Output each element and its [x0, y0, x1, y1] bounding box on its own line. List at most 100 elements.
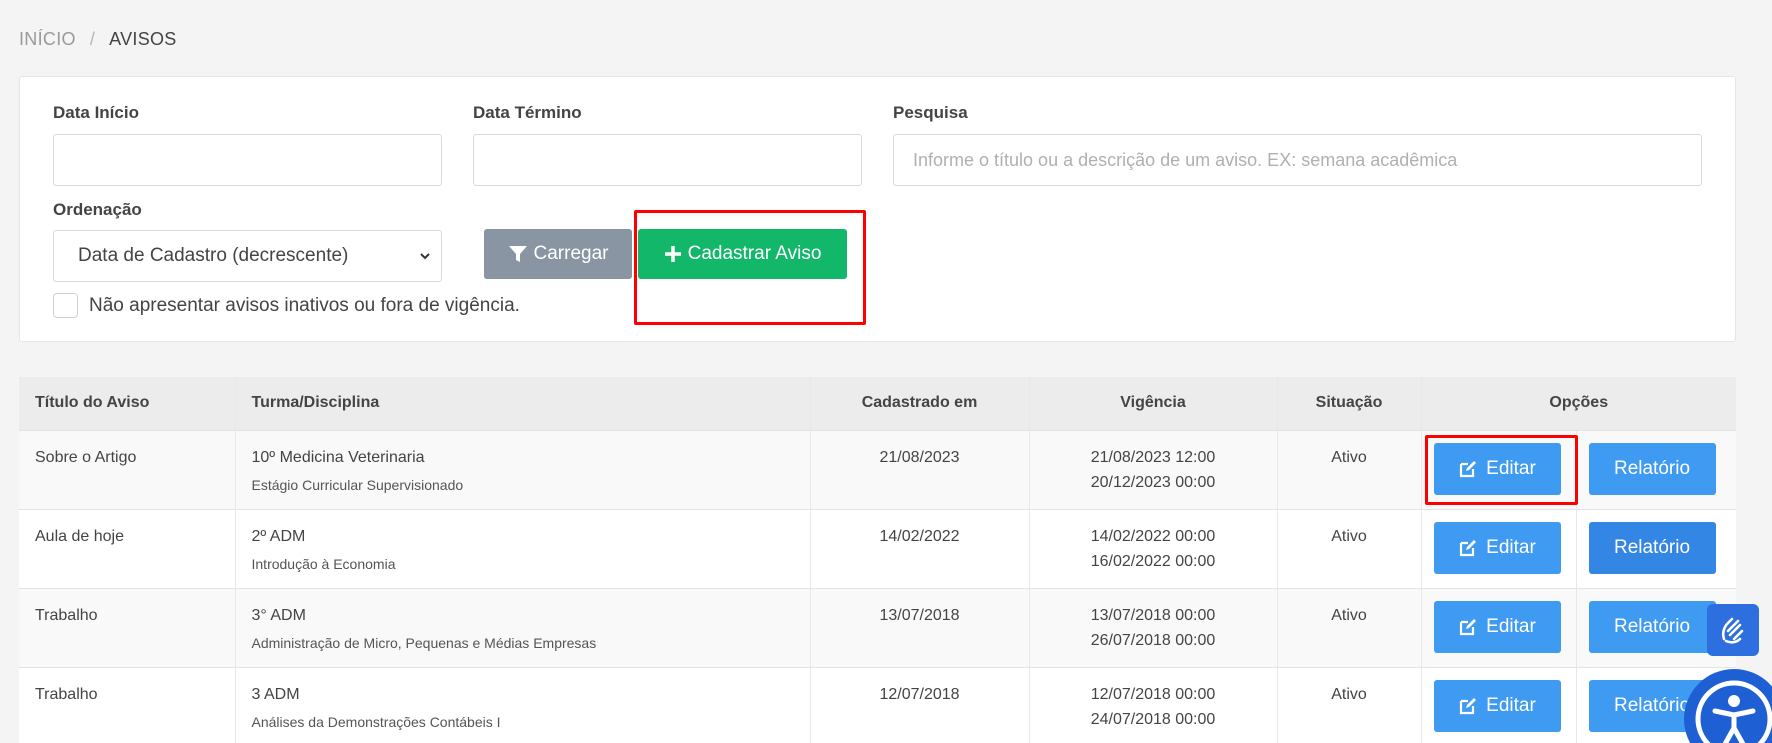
inactive-filter-label: Não apresentar avisos inativos ou fora d… — [89, 294, 520, 316]
order-select[interactable]: Data de Cadastro (decrescente) — [53, 230, 442, 282]
notices-table-container: Título do Aviso Turma/Disciplina Cadastr… — [19, 377, 1736, 743]
validity-end: 16/02/2022 00:00 — [1090, 552, 1216, 570]
plus-icon — [664, 246, 681, 262]
start-date-input[interactable] — [53, 134, 442, 186]
edit-button-label: Editar — [1486, 694, 1536, 716]
notice-report-cell: Relatório — [1575, 508, 1736, 588]
edit-icon — [1460, 697, 1477, 714]
notice-edit-cell: Editar — [1420, 587, 1576, 667]
notice-status: Ativo — [1276, 666, 1421, 743]
breadcrumb-home-link[interactable]: INÍCIO — [19, 29, 76, 50]
notices-table: Título do Aviso Turma/Disciplina Cadastr… — [19, 377, 1736, 743]
sign-language-button[interactable] — [1707, 604, 1759, 656]
column-header-validity: Vigência — [1028, 377, 1277, 430]
chevron-down-icon — [420, 253, 430, 260]
column-header-status: Situação — [1276, 377, 1421, 430]
end-date-input[interactable] — [473, 134, 862, 186]
end-date-label: Data Término — [473, 103, 582, 122]
search-label: Pesquisa — [893, 103, 968, 122]
report-button[interactable]: Relatório — [1588, 600, 1716, 653]
column-header-options: Opções — [1420, 377, 1736, 430]
notice-title: Sobre o Artigo — [19, 429, 235, 509]
report-button-label: Relatório — [1613, 694, 1691, 716]
class-name: 10º Medicina Veterinaria — [251, 448, 425, 466]
notice-title: Aula de hoje — [19, 508, 235, 588]
notice-created: 21/08/2023 — [809, 429, 1029, 509]
column-header-created: Cadastrado em — [809, 377, 1029, 430]
table-row: Aula de hoje 2º ADM Introdução à Economia 1… — [19, 508, 1736, 588]
filter-icon — [508, 246, 527, 262]
notice-created: 14/02/2022 — [809, 508, 1029, 588]
edit-button[interactable]: Editar — [1433, 521, 1561, 574]
notice-status: Ativo — [1276, 429, 1421, 509]
inactive-filter-row[interactable]: Não apresentar avisos inativos ou fora d… — [53, 293, 520, 318]
class-name: 3° ADM — [251, 606, 306, 624]
sign-language-icon — [1721, 617, 1744, 644]
notice-class: 10º Medicina Veterinaria Estágio Curricul… — [234, 429, 810, 509]
validity-start: 14/02/2022 00:00 — [1090, 527, 1216, 545]
subject-name: Análises da Demonstrações Contábeis I — [251, 713, 501, 730]
class-name: 2º ADM — [251, 527, 306, 545]
class-name: 3 ADM — [251, 685, 300, 703]
notice-validity: 21/08/2023 12:00 20/12/2023 00:00 — [1028, 429, 1277, 509]
inactive-filter-checkbox[interactable] — [53, 293, 78, 318]
breadcrumb: INÍCIO / AVISOS — [19, 29, 177, 50]
notice-title: Trabalho — [19, 587, 235, 667]
load-button-label: Carregar — [533, 243, 609, 264]
edit-button[interactable]: Editar — [1433, 600, 1561, 653]
edit-icon — [1460, 618, 1477, 635]
edit-button[interactable]: Editar — [1433, 442, 1561, 495]
notice-status: Ativo — [1276, 508, 1421, 588]
notice-status: Ativo — [1276, 587, 1421, 667]
filter-panel: Data Início Data Término Pesquisa Ordena… — [19, 76, 1736, 342]
edit-button[interactable]: Editar — [1433, 679, 1561, 732]
accessibility-icon — [1695, 680, 1772, 743]
report-button[interactable]: Relatório — [1588, 442, 1716, 495]
notice-class: 2º ADM Introdução à Economia — [234, 508, 810, 588]
column-header-title: Título do Aviso — [35, 394, 150, 412]
validity-start: 13/07/2018 00:00 — [1090, 606, 1216, 624]
new-notice-button-label: Cadastrar Aviso — [687, 243, 822, 264]
new-notice-button[interactable]: Cadastrar Aviso — [638, 229, 847, 279]
subject-name: Administração de Micro, Pequenas e Média… — [251, 634, 597, 651]
edit-button-label: Editar — [1486, 615, 1536, 637]
notice-created: 12/07/2018 — [809, 666, 1029, 743]
column-header-class: Turma/Disciplina — [234, 377, 810, 430]
report-button-label: Relatório — [1613, 457, 1691, 479]
notice-edit-cell: Editar — [1420, 429, 1576, 509]
report-button[interactable]: Relatório — [1588, 521, 1716, 574]
notice-validity: 12/07/2018 00:00 24/07/2018 00:00 — [1028, 666, 1277, 743]
table-row: Trabalho 3 ADM Análises da Demonstrações C… — [19, 666, 1736, 743]
edit-icon — [1460, 539, 1477, 556]
validity-start: 21/08/2023 12:00 — [1090, 448, 1216, 466]
validity-start: 12/07/2018 00:00 — [1090, 685, 1216, 703]
notice-edit-cell: Editar — [1420, 508, 1576, 588]
report-button-label: Relatório — [1613, 536, 1691, 558]
notice-validity: 14/02/2022 00:00 16/02/2022 00:00 — [1028, 508, 1277, 588]
accessibility-button[interactable] — [1684, 669, 1772, 743]
load-button[interactable]: Carregar — [484, 229, 632, 279]
subject-name: Introdução à Economia — [251, 555, 396, 572]
edit-icon — [1460, 460, 1477, 477]
validity-end: 20/12/2023 00:00 — [1090, 473, 1216, 491]
edit-button-label: Editar — [1486, 457, 1536, 479]
table-header-row: Título do Aviso Turma/Disciplina Cadastr… — [19, 377, 1736, 430]
start-date-label: Data Início — [53, 103, 139, 122]
report-button-label: Relatório — [1613, 615, 1691, 637]
notice-created: 13/07/2018 — [809, 587, 1029, 667]
order-select-value: Data de Cadastro (decrescente) — [78, 245, 349, 266]
notice-class: 3 ADM Análises da Demonstrações Contábeis… — [234, 666, 810, 743]
edit-button-label: Editar — [1486, 536, 1536, 558]
search-input[interactable] — [893, 134, 1702, 186]
notice-class: 3° ADM Administração de Micro, Pequenas e… — [234, 587, 810, 667]
validity-end: 26/07/2018 00:00 — [1090, 631, 1216, 649]
breadcrumb-separator: / — [89, 29, 96, 49]
notice-report-cell: Relatório — [1575, 429, 1736, 509]
table-row: Trabalho 3° ADM Administração de Micro, Pe… — [19, 587, 1736, 667]
order-label: Ordenação — [53, 200, 142, 219]
notice-edit-cell: Editar — [1420, 666, 1576, 743]
notice-validity: 13/07/2018 00:00 26/07/2018 00:00 — [1028, 587, 1277, 667]
subject-name: Estágio Curricular Supervisionado — [251, 476, 464, 493]
notice-title: Trabalho — [19, 666, 235, 743]
table-row: Sobre o Artigo 10º Medicina Veterinaria Es… — [19, 429, 1736, 509]
